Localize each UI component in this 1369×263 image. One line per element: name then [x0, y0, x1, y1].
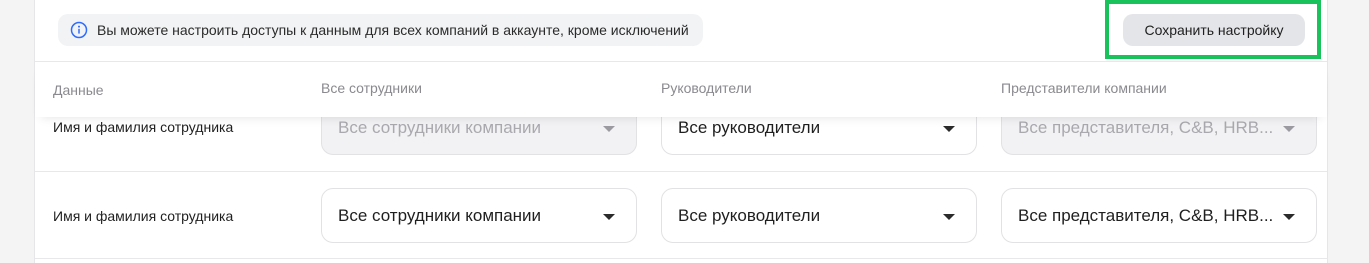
save-settings-button[interactable]: Сохранить настройку — [1123, 14, 1305, 46]
column-header-company-representatives: Представители компании — [1001, 80, 1167, 96]
row-data-label: Имя и фамилия сотрудника — [53, 208, 234, 224]
column-header-all-employees: Все сотрудники — [321, 80, 422, 96]
caret-down-icon — [943, 125, 955, 132]
managers-access-value: Все руководители — [678, 117, 821, 137]
caret-down-icon — [1283, 213, 1295, 220]
representatives-access-value: Все представителя, C&B, HRB... — [1018, 117, 1274, 137]
access-settings-panel: Имя и фамилия сотрудника Все сотрудники … — [34, 0, 1328, 263]
representatives-access-select[interactable]: Все представителя, C&B, HRB... — [1001, 188, 1317, 243]
info-banner-text: Вы можете настроить доступы к данным для… — [97, 22, 689, 38]
table-row: Имя и фамилия сотрудника Все сотрудники … — [35, 172, 1327, 259]
caret-down-icon — [603, 213, 615, 220]
info-circle-icon — [70, 21, 88, 39]
employees-access-value: Все сотрудники компании — [338, 205, 542, 225]
employees-access-select[interactable]: Все сотрудники компании — [321, 188, 637, 243]
caret-down-icon — [603, 125, 615, 132]
representatives-access-value: Все представителя, C&B, HRB... — [1018, 205, 1274, 225]
table-header: Данные Все сотрудники Руководители Предс… — [35, 62, 1327, 117]
column-header-data: Данные — [53, 82, 104, 98]
settings-toolbar: Вы можете настроить доступы к данным для… — [35, 0, 1327, 62]
managers-access-select[interactable]: Все руководители — [661, 188, 977, 243]
column-header-managers: Руководители — [661, 80, 752, 96]
managers-access-value: Все руководители — [678, 205, 821, 225]
caret-down-icon — [1283, 125, 1295, 132]
row-data-label: Имя и фамилия сотрудника — [53, 119, 234, 135]
save-button-highlight: Сохранить настройку — [1105, 0, 1321, 59]
employees-access-value: Все сотрудники компании — [338, 117, 542, 137]
caret-down-icon — [943, 213, 955, 220]
info-banner: Вы можете настроить доступы к данным для… — [58, 14, 703, 46]
